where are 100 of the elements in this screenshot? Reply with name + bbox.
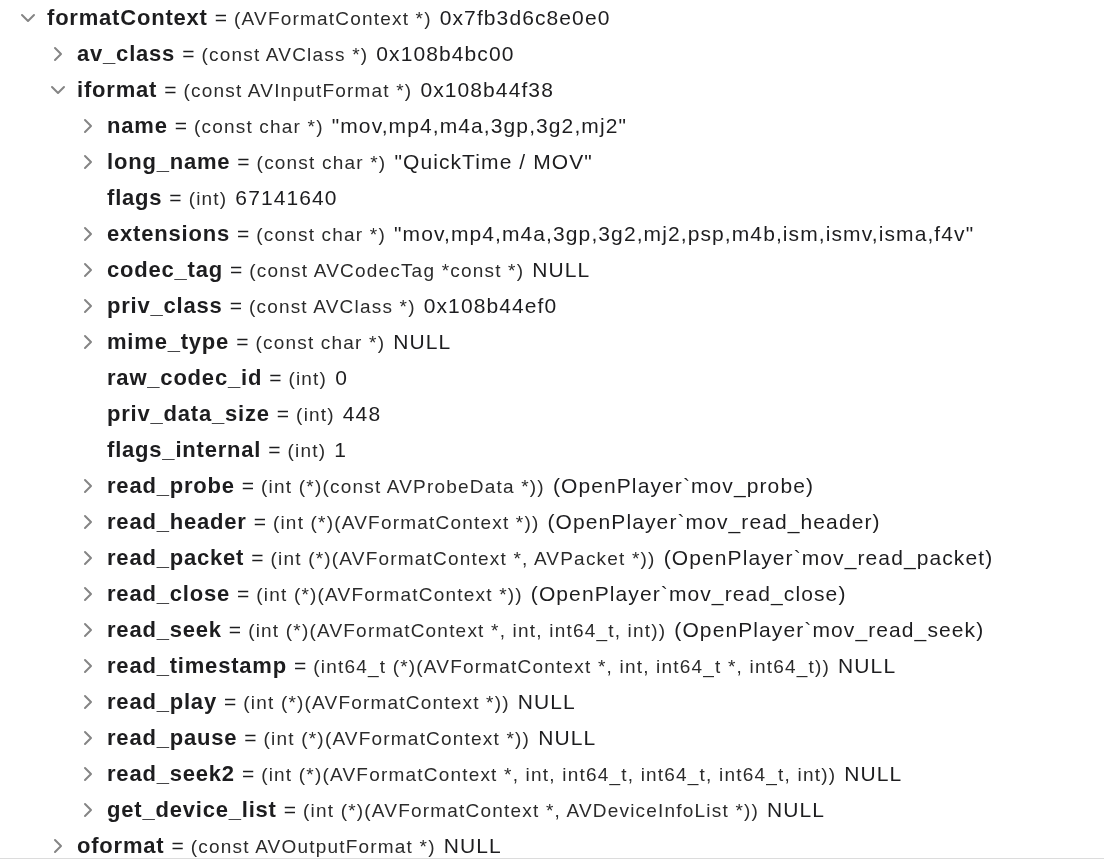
type-label: (const AVClass *) <box>248 294 416 319</box>
value-text: "QuickTime / MOV" <box>394 149 593 174</box>
value-text: (OpenPlayer`mov_read_header) <box>547 509 881 534</box>
equals-sign: = <box>251 545 264 570</box>
equals-sign: = <box>214 5 227 30</box>
type-label: (int64_t (*)(AVFormatContext *, int, int64_t *, int64_t)) <box>313 654 831 679</box>
equals-sign: = <box>169 185 182 210</box>
value-text: NULL <box>844 761 903 786</box>
equals-sign: = <box>237 149 250 174</box>
value-text: NULL <box>393 329 452 354</box>
type-label: (int (*)(AVFormatContext *)) <box>263 726 531 751</box>
type-label: (const char *) <box>255 330 386 355</box>
chevron-right-icon[interactable] <box>84 731 92 745</box>
type-label: (int (*)(AVFormatContext *, int, int64_t, int)) <box>248 618 667 643</box>
type-label: (int (*)(AVFormatContext *, int, int64_t, int64_t, int64_t, int)) <box>261 762 837 787</box>
type-label: (int (*)(AVFormatContext *, AVDeviceInfoList *)) <box>303 798 760 823</box>
variable-name: read_probe <box>107 473 235 498</box>
chevron-right-icon[interactable] <box>84 551 92 565</box>
variable-name: long_name <box>107 149 231 174</box>
type-label: (const AVOutputFormat *) <box>190 834 436 859</box>
equals-sign: = <box>268 437 281 462</box>
equals-sign: = <box>230 257 243 282</box>
variable-name: name <box>107 113 168 138</box>
value-text: 0x108b44f38 <box>420 77 554 102</box>
chevron-right-icon[interactable] <box>84 515 92 529</box>
variable-name: read_close <box>107 581 230 606</box>
equals-sign: = <box>253 509 266 534</box>
type-label: (int (*)(AVFormatContext *, AVPacket *)) <box>270 546 656 571</box>
equals-sign: = <box>229 293 242 318</box>
equals-sign: = <box>236 581 250 606</box>
chevron-down-icon[interactable] <box>51 86 65 94</box>
variable-name: flags_internal <box>107 437 262 462</box>
chevron-right-icon[interactable] <box>54 839 62 853</box>
variable-name: read_header <box>107 509 247 534</box>
type-label: (int (*)(AVFormatContext *)) <box>272 510 540 535</box>
chevron-right-icon[interactable] <box>54 47 62 61</box>
variable-name: read_play <box>107 689 217 714</box>
variable-name: codec_tag <box>107 257 224 282</box>
value-text: 448 <box>342 401 382 426</box>
chevron-down-icon[interactable] <box>21 14 35 22</box>
type-label: (int) <box>188 186 228 211</box>
value-text: 0x108b4bc00 <box>376 41 515 66</box>
variable-name: read_pause <box>107 725 238 750</box>
type-label: (const AVClass *) <box>201 42 369 67</box>
variable-name: formatContext <box>47 5 208 30</box>
value-text: (OpenPlayer`mov_read_close) <box>530 581 847 606</box>
chevron-right-icon[interactable] <box>84 119 92 133</box>
chevron-right-icon[interactable] <box>84 623 92 637</box>
chevron-right-icon[interactable] <box>84 479 92 493</box>
equals-sign: = <box>164 77 177 102</box>
type-label: (const char *) <box>193 114 324 139</box>
variable-name: iformat <box>77 77 158 102</box>
variable-name: read_seek <box>107 617 222 642</box>
variable-name: priv_data_size <box>107 401 270 426</box>
chevron-right-icon[interactable] <box>84 263 92 277</box>
equals-sign: = <box>236 221 250 246</box>
type-label: (int) <box>288 366 328 391</box>
equals-sign: = <box>241 761 255 786</box>
type-label: (int) <box>296 402 335 427</box>
value-text: (OpenPlayer`mov_read_seek) <box>674 617 985 642</box>
variable-name: read_packet <box>107 545 245 570</box>
value-text: 0x108b44ef0 <box>423 293 558 318</box>
value-text: NULL <box>532 257 591 282</box>
equals-sign: = <box>228 617 242 642</box>
value-text: NULL <box>767 797 826 822</box>
variable-name: priv_class <box>107 293 223 318</box>
variable-name: read_seek2 <box>107 761 235 786</box>
type-label: (const AVInputFormat *) <box>183 78 413 103</box>
equals-sign: = <box>171 833 184 858</box>
variable-name: read_timestamp <box>107 653 287 678</box>
equals-sign: = <box>241 473 255 498</box>
equals-sign: = <box>293 653 307 678</box>
variable-name: av_class <box>77 41 176 66</box>
equals-sign: = <box>276 401 290 426</box>
type-label: (const AVCodecTag *const *) <box>249 258 525 283</box>
chevron-right-icon[interactable] <box>84 695 92 709</box>
equals-sign: = <box>244 725 257 750</box>
chevron-right-icon[interactable] <box>84 659 92 673</box>
variable-name: extensions <box>107 221 230 246</box>
variable-name: flags <box>107 185 163 210</box>
type-label: (int) <box>287 438 327 463</box>
equals-sign: = <box>236 329 249 354</box>
chevron-right-icon[interactable] <box>84 299 92 313</box>
type-label: (int (*)(AVFormatContext *)) <box>243 690 510 715</box>
equals-sign: = <box>283 797 296 822</box>
chevron-right-icon[interactable] <box>84 803 92 817</box>
chevron-right-icon[interactable] <box>84 767 92 781</box>
variable-name: mime_type <box>107 329 230 354</box>
type-label: (const char *) <box>256 150 387 175</box>
chevron-right-icon[interactable] <box>84 587 92 601</box>
chevron-right-icon[interactable] <box>84 155 92 169</box>
type-label: (AVFormatContext *) <box>234 6 432 31</box>
chevron-right-icon[interactable] <box>84 335 92 349</box>
type-label: (int (*)(AVFormatContext *)) <box>256 582 523 607</box>
variable-name: get_device_list <box>107 797 277 822</box>
value-text: 67141640 <box>235 185 338 210</box>
value-text: "mov,mp4,m4a,3gp,3g2,mj2,psp,m4b,ism,ismv,isma,f4v" <box>394 221 975 246</box>
value-text: 1 <box>334 437 348 462</box>
value-text: 0x7fb3d6c8e0e0 <box>439 5 611 30</box>
chevron-right-icon[interactable] <box>84 227 92 241</box>
